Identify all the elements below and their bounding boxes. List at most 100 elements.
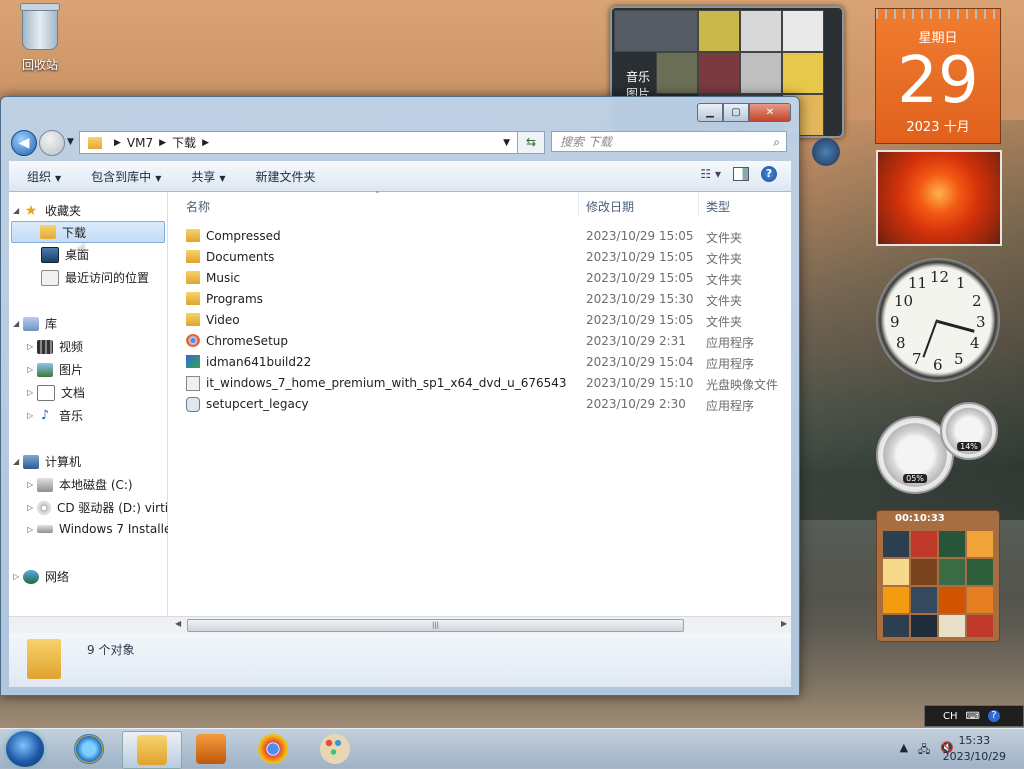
puzzle-tile[interactable] <box>967 587 993 613</box>
nav-item-recent-places[interactable]: 最近访问的位置 <box>41 269 149 286</box>
media-tile[interactable] <box>740 52 782 94</box>
puzzle-tile[interactable] <box>883 531 909 557</box>
file-row[interactable]: Music 2023/10/29 15:05 文件夹 <box>182 268 782 288</box>
media-tile[interactable] <box>782 52 824 94</box>
windows-media-button-icon[interactable] <box>812 138 840 166</box>
collapse-triangle-icon[interactable]: ◢ <box>13 319 23 328</box>
nav-item-music[interactable]: ▷ ♪ 音乐 <box>27 407 83 424</box>
nav-item-windows7-installer[interactable]: ▷ Windows 7 Installe <box>27 522 171 536</box>
taskbar-chrome-button[interactable] <box>246 731 300 767</box>
recycle-bin-desktop-icon[interactable]: 回收站 <box>12 3 68 73</box>
include-in-library-button[interactable]: 包含到库中 ▼ <box>91 168 161 185</box>
help-icon[interactable]: ? <box>987 710 1000 722</box>
media-tile[interactable] <box>698 52 740 94</box>
media-tile[interactable] <box>614 10 698 52</box>
taskbar-media-player-button[interactable] <box>184 731 238 767</box>
scrollbar-thumb[interactable]: ||| <box>187 619 684 632</box>
share-button[interactable]: 共享 ▼ <box>191 168 225 185</box>
breadcrumb-separator-icon[interactable]: ▶ <box>202 138 209 148</box>
language-bar[interactable]: CH ⌨ ? <box>924 705 1024 727</box>
forward-button[interactable] <box>39 130 65 156</box>
memory-meter-gadget[interactable]: 14% <box>940 402 998 460</box>
input-language[interactable]: CH <box>943 711 958 722</box>
show-hidden-icons-icon[interactable]: ▲ <box>900 741 908 760</box>
new-folder-button[interactable]: 新建文件夹 <box>256 168 316 185</box>
network-status-icon[interactable]: 🖧 <box>918 741 930 760</box>
breadcrumb-segment[interactable]: VM7 <box>127 136 153 150</box>
column-divider[interactable] <box>698 192 699 216</box>
column-header-date[interactable]: 修改日期 <box>586 198 634 215</box>
file-row[interactable]: ChromeSetup 2023/10/29 2:31 应用程序 <box>182 331 782 351</box>
taskbar-ie-button[interactable] <box>62 731 116 767</box>
nav-item-favorites[interactable]: ◢ ★ 收藏夹 <box>13 202 81 219</box>
puzzle-tile[interactable] <box>967 559 993 585</box>
file-row[interactable]: Documents 2023/10/29 15:05 文件夹 <box>182 247 782 267</box>
puzzle-tile[interactable] <box>911 615 937 637</box>
calendar-gadget[interactable]: 星期日 29 2023 十月 <box>875 8 1001 144</box>
puzzle-tile[interactable] <box>911 587 937 613</box>
address-dropdown-icon[interactable]: ▼ <box>503 138 510 148</box>
collapse-triangle-icon[interactable]: ◢ <box>13 206 23 215</box>
expand-triangle-icon[interactable]: ▷ <box>27 411 37 420</box>
puzzle-tile[interactable] <box>883 615 909 637</box>
nav-item-videos[interactable]: ▷ 视频 <box>27 338 83 355</box>
search-input[interactable]: 搜索 下载 ⌕ <box>551 131 787 152</box>
recent-pages-dropdown-icon[interactable]: ▼ <box>67 137 74 147</box>
expand-triangle-icon[interactable]: ▷ <box>27 525 37 534</box>
nav-item-downloads[interactable]: 下载 <box>11 221 165 243</box>
keyboard-icon[interactable]: ⌨ <box>966 711 980 722</box>
nav-item-libraries[interactable]: ◢ 库 <box>13 315 57 332</box>
help-icon[interactable]: ? <box>761 166 777 182</box>
minimize-button[interactable]: ▁ <box>697 103 723 122</box>
puzzle-tile[interactable] <box>939 587 965 613</box>
nav-item-network[interactable]: ▷ 网络 <box>13 568 69 585</box>
preview-pane-icon[interactable] <box>733 167 749 181</box>
puzzle-tile[interactable] <box>883 587 909 613</box>
file-row[interactable]: it_windows_7_home_premium_with_sp1_x64_d… <box>182 373 782 393</box>
nav-item-cd-drive[interactable]: ▷ CD 驱动器 (D:) virti <box>27 499 168 516</box>
expand-triangle-icon[interactable]: ▷ <box>27 342 37 351</box>
puzzle-tile[interactable] <box>939 531 965 557</box>
expand-triangle-icon[interactable]: ▷ <box>27 480 37 489</box>
puzzle-tile[interactable] <box>967 615 993 637</box>
breadcrumb-separator-icon[interactable]: ▶ <box>159 138 166 148</box>
breadcrumb-separator-icon[interactable]: ▶ <box>114 138 121 148</box>
clock-gadget[interactable]: 12 1 2 3 4 5 6 7 8 9 10 11 <box>876 258 1000 382</box>
nav-item-pictures[interactable]: ▷ 图片 <box>27 361 83 378</box>
start-button[interactable] <box>6 731 44 767</box>
address-bar[interactable]: ▶ VM7 ▶ 下载 ▶ ▼ <box>79 131 545 154</box>
explorer-window[interactable]: ▁ ▢ ✕ ◀ ▼ ▶ VM7 ▶ 下载 ▶ ▼ ⇆ 搜索 下载 ⌕ 组织 ▼ 包… <box>0 96 800 696</box>
collapse-triangle-icon[interactable]: ◢ <box>13 457 23 466</box>
media-tile[interactable] <box>698 10 740 52</box>
puzzle-tile[interactable] <box>967 531 993 557</box>
expand-triangle-icon[interactable]: ▷ <box>27 388 37 397</box>
media-tile[interactable] <box>782 10 824 52</box>
puzzle-tile[interactable] <box>939 559 965 585</box>
breadcrumb-segment[interactable]: 下载 <box>172 134 196 151</box>
nav-item-computer[interactable]: ◢ 计算机 <box>13 453 81 470</box>
organize-button[interactable]: 组织 ▼ <box>27 168 61 185</box>
file-row[interactable]: Video 2023/10/29 15:05 文件夹 <box>182 310 782 330</box>
nav-item-documents[interactable]: ▷ 文档 <box>27 384 85 401</box>
nav-item-local-disk[interactable]: ▷ 本地磁盘 (C:) <box>27 476 133 493</box>
horizontal-scrollbar[interactable]: ◀ ||| ▶ <box>9 616 791 633</box>
close-button[interactable]: ✕ <box>749 103 791 122</box>
expand-triangle-icon[interactable]: ▷ <box>27 503 37 512</box>
scroll-right-arrow-icon[interactable]: ▶ <box>781 619 787 628</box>
puzzle-tile[interactable] <box>883 559 909 585</box>
file-row[interactable]: setupcert_legacy 2023/10/29 2:30 应用程序 <box>182 394 782 414</box>
file-row[interactable]: Compressed 2023/10/29 15:05 文件夹 <box>182 226 782 246</box>
column-divider[interactable] <box>578 192 579 216</box>
scroll-left-arrow-icon[interactable]: ◀ <box>175 619 181 628</box>
taskbar-explorer-button[interactable] <box>122 731 182 769</box>
column-header-type[interactable]: 类型 <box>706 198 730 215</box>
search-icon[interactable]: ⌕ <box>773 132 780 153</box>
file-row[interactable]: Programs 2023/10/29 15:30 文件夹 <box>182 289 782 309</box>
file-row[interactable]: idman641build22 2023/10/29 15:04 应用程序 <box>182 352 782 372</box>
expand-triangle-icon[interactable]: ▷ <box>27 365 37 374</box>
picture-puzzle-gadget[interactable]: 00:10:33 <box>876 510 1000 642</box>
expand-triangle-icon[interactable]: ▷ <box>13 572 23 581</box>
puzzle-tile[interactable] <box>939 615 965 637</box>
back-button[interactable]: ◀ <box>11 130 37 156</box>
puzzle-tile[interactable] <box>911 531 937 557</box>
